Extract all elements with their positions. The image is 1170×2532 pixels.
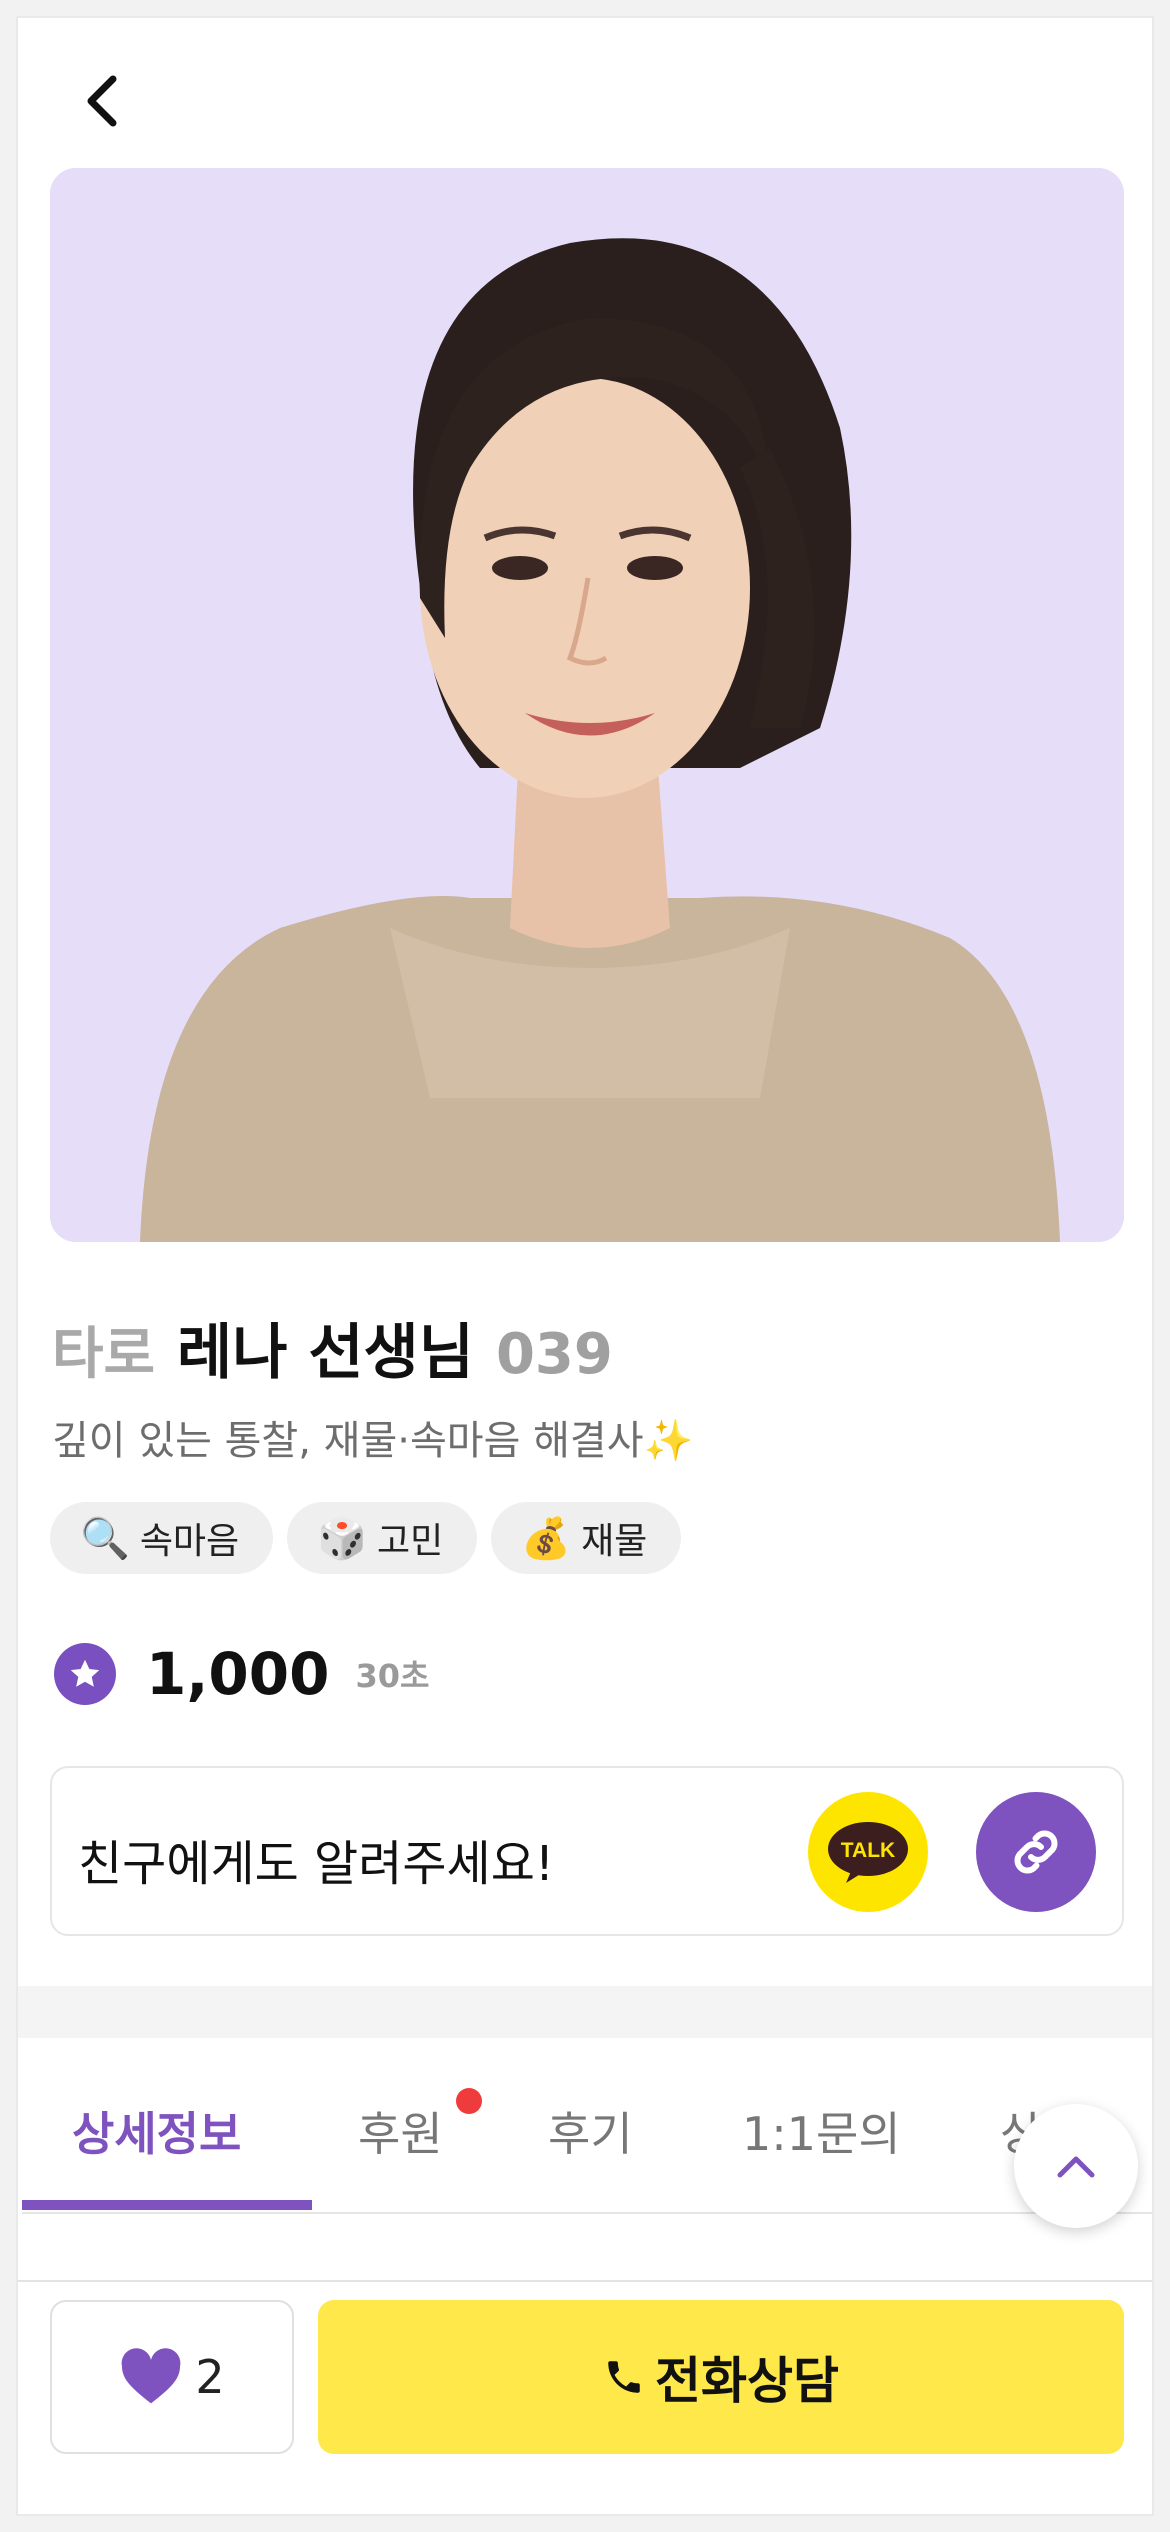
tag-label: 고민 (377, 1521, 444, 1562)
active-tab-indicator (22, 2200, 312, 2210)
magnifier-icon: 🔍 (80, 1515, 130, 1562)
like-button[interactable]: 2 (50, 2300, 294, 2454)
tab-inquiry[interactable]: 1:1문의 (742, 2098, 901, 2164)
star-icon (54, 1643, 116, 1705)
footer-divider (18, 2280, 1152, 2282)
tag-chip[interactable]: 🎲 고민 (287, 1502, 478, 1574)
tag-list: 🔍 속마음 🎲 고민 💰 재물 (50, 1502, 682, 1574)
share-box: 친구에게도 알려주세요! TALK (50, 1766, 1124, 1936)
copy-link-button[interactable] (976, 1792, 1096, 1912)
profile-subtitle: 깊이 있는 통찰, 재물·속마음 해결사✨ (52, 1418, 694, 1464)
call-button-label: 전화상담 (655, 2352, 839, 2410)
kakao-talk-icon: TALK (828, 1822, 908, 1883)
back-button[interactable] (58, 56, 148, 146)
kakao-label: TALK (841, 1839, 895, 1862)
tab-divider (22, 2212, 1152, 2214)
counselor-name: 레나 선생님 (177, 1318, 474, 1388)
section-divider (18, 1986, 1152, 2038)
dice-icon: 🎲 (317, 1515, 367, 1562)
price-amount: 1,000 (146, 1640, 330, 1708)
heart-icon (121, 2348, 181, 2404)
share-text: 친구에게도 알려주세요! (78, 1836, 555, 1892)
tag-chip[interactable]: 💰 재물 (491, 1502, 682, 1574)
price-row: 1,000 30초 (54, 1640, 429, 1708)
chevron-up-icon (1057, 2156, 1095, 2178)
kakao-share-button[interactable]: TALK (808, 1792, 928, 1912)
notification-dot (456, 2088, 482, 2114)
tag-label: 재물 (581, 1521, 648, 1562)
tag-label: 속마음 (139, 1521, 240, 1562)
tab-support[interactable]: 후원 (358, 2098, 443, 2164)
tab-detail[interactable]: 상세정보 (72, 2098, 241, 2164)
counselor-code: 039 (495, 1322, 613, 1387)
tab-reviews[interactable]: 후기 (548, 2098, 633, 2164)
tab-bar: 상세정보 후원 후기 1:1문의 상품 (18, 2038, 1152, 2240)
category-label: 타로 (52, 1322, 156, 1387)
link-icon (1014, 1830, 1058, 1874)
money-bag-icon: 💰 (521, 1515, 572, 1562)
app-frame: 타로 레나 선생님 039 깊이 있는 통찰, 재물·속마음 해결사✨ 🔍 속마… (16, 16, 1154, 2516)
chevron-left-icon (87, 75, 117, 127)
title-row: 타로 레나 선생님 039 (52, 1304, 613, 1391)
profile-photo (50, 168, 1124, 1242)
like-count: 2 (195, 2350, 225, 2404)
tag-chip[interactable]: 🔍 속마음 (50, 1502, 274, 1574)
phone-icon (608, 2361, 640, 2393)
scroll-to-top-button[interactable] (1014, 2104, 1138, 2228)
price-unit: 30초 (355, 1657, 430, 1695)
portrait-illustration (50, 168, 1124, 1242)
call-consult-button[interactable]: 전화상담 (318, 2300, 1124, 2454)
